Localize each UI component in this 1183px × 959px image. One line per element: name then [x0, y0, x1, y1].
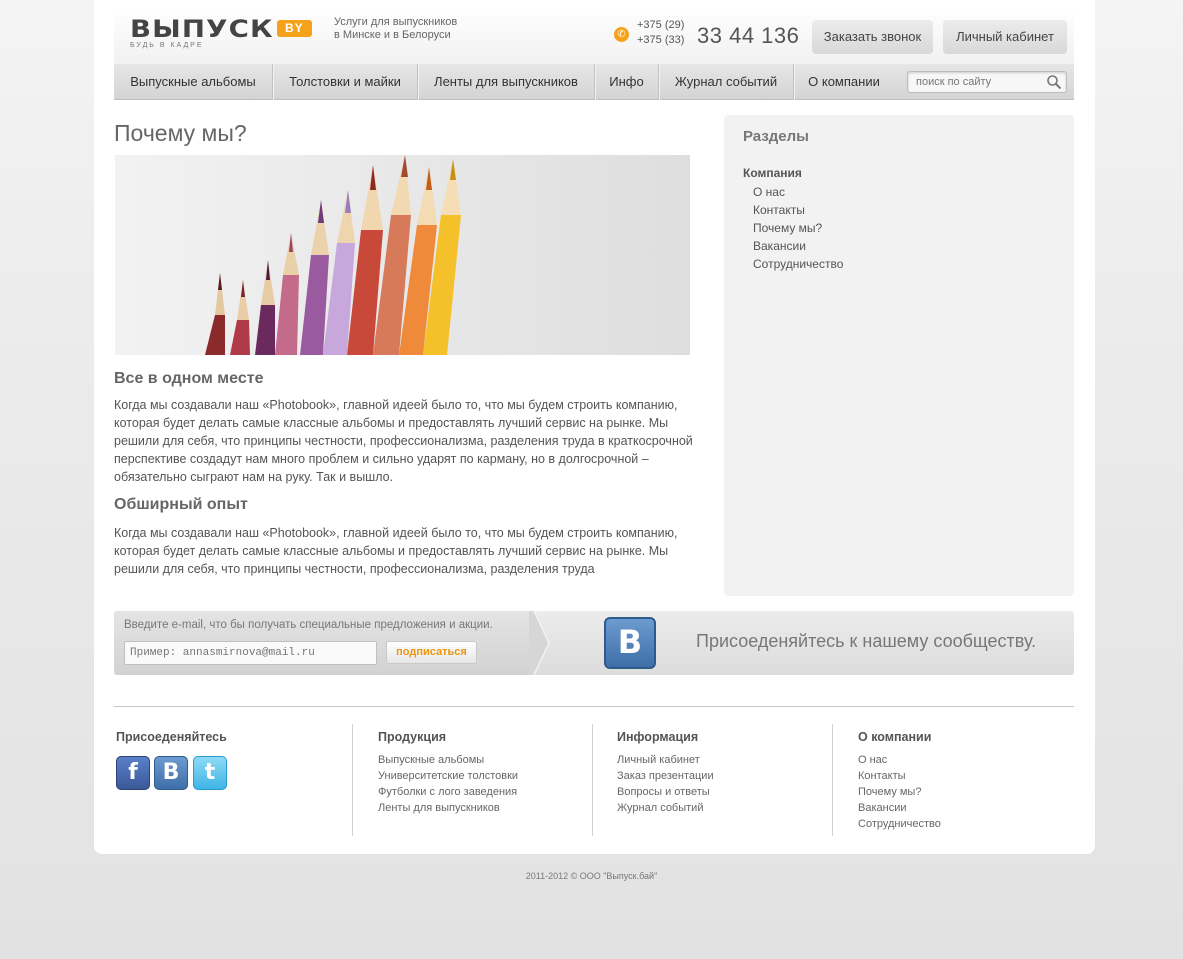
footer-link[interactable]: Сотрудничество [858, 816, 941, 832]
subscribe-label: Введите e-mail, что бы получать специаль… [124, 619, 493, 631]
footer-info-list: Личный кабинет Заказ презентации Вопросы… [617, 752, 714, 816]
footer-link[interactable]: Вакансии [858, 800, 941, 816]
vk-icon[interactable]: B [604, 617, 656, 669]
footer-link[interactable]: Футболки с лого заведения [378, 784, 518, 800]
footer-col-info: Информация Личный кабинет Заказ презента… [592, 724, 832, 836]
sidebar-item-vacancies[interactable]: Вакансии [753, 237, 843, 255]
header-desc-line1: Услуги для выпускников [334, 16, 458, 28]
sidebar-group-company[interactable]: Компания [743, 166, 802, 180]
site-header: ВЫПУСК BY БУДЬ В КАДРЕ Услуги для выпуск… [114, 6, 1074, 64]
footer-link[interactable]: Ленты для выпускников [378, 800, 518, 816]
footer-join-title: Присоеденяйтесь [116, 730, 227, 744]
copyright: 2011-2012 © ООО "Выпуск.бай" [525, 871, 658, 881]
phone-codes: +375 (29) +375 (33) [637, 18, 684, 48]
sidebar-item-cooperation[interactable]: Сотрудничество [753, 255, 843, 273]
sidebar-item-contacts[interactable]: Контакты [753, 201, 843, 219]
nav-item-albums[interactable]: Выпускные альбомы [114, 64, 273, 100]
arrow-divider-icon [529, 611, 550, 675]
nav-item-ribbons[interactable]: Ленты для выпускников [418, 64, 595, 100]
sidebar-item-why-us[interactable]: Почему мы? [753, 219, 843, 237]
nav-item-info[interactable]: Инфо [595, 64, 659, 100]
phone-icon: ✆ [614, 27, 629, 42]
logo-tagline: БУДЬ В КАДРЕ [130, 42, 204, 49]
footer-products-title: Продукция [378, 730, 447, 744]
search-box [907, 71, 1067, 93]
footer-link[interactable]: Личный кабинет [617, 752, 714, 768]
footer-info-title: Информация [617, 730, 699, 744]
footer-link[interactable]: Контакты [858, 768, 941, 784]
section-heading-experience: Обширный опыт [114, 496, 248, 513]
logo[interactable]: ВЫПУСК BY БУДЬ В КАДРЕ [130, 17, 312, 49]
footer-col-join: Присоеденяйтесь f B t [114, 724, 352, 836]
search-input[interactable] [908, 72, 1038, 92]
phone-number: 33 44 136 [697, 23, 800, 48]
order-call-button[interactable]: Заказать звонок [812, 20, 933, 54]
nav-item-events[interactable]: Журнал событий [659, 64, 794, 100]
subscribe-button[interactable]: подписаться [386, 641, 477, 664]
section-text-all-in-one: Когда мы создавали наш «Photobook», глав… [114, 398, 693, 484]
footer-link[interactable]: О нас [858, 752, 941, 768]
footer-link[interactable]: Вопросы и ответы [617, 784, 714, 800]
nav-item-hoodies[interactable]: Толстовки и майки [273, 64, 418, 100]
vk-small-icon[interactable]: B [154, 756, 188, 790]
header-description: Услуги для выпускников в Минске и в Бело… [334, 16, 474, 42]
footer-col-products: Продукция Выпускные альбомы Университетс… [352, 724, 592, 836]
pencils-illustration [115, 155, 690, 355]
footer-link[interactable]: Заказ презентации [617, 768, 714, 784]
footer-col-company: О компании О нас Контакты Почему мы? Вак… [832, 724, 1072, 836]
sidebar-title: Разделы [743, 128, 809, 145]
phone-code-1: +375 (29) [637, 19, 685, 31]
hero-image-pencils [115, 155, 690, 355]
header-desc-line2: в Минске и в Белоруси [334, 29, 451, 41]
section-heading-all-in-one: Все в одном месте [114, 370, 264, 387]
footer-link[interactable]: Почему мы? [858, 784, 941, 800]
sidebar: Разделы Компания О нас Контакты Почему м… [724, 115, 1074, 596]
email-field[interactable] [124, 641, 377, 665]
sidebar-list: О нас Контакты Почему мы? Вакансии Сотру… [753, 183, 843, 273]
twitter-icon[interactable]: t [193, 756, 227, 790]
footer-products-list: Выпускные альбомы Университетские толсто… [378, 752, 518, 816]
search-icon[interactable] [1046, 74, 1062, 90]
nav-item-company[interactable]: О компании [794, 64, 894, 100]
logo-text: ВЫПУСК [130, 15, 274, 43]
footer-divider [114, 706, 1074, 707]
main-nav: Выпускные альбомы Толстовки и майки Лент… [114, 64, 1074, 100]
subscribe-bar: Введите e-mail, что бы получать специаль… [114, 611, 1074, 675]
section-text-experience: Когда мы создавали наш «Photobook», глав… [114, 526, 678, 576]
footer-link[interactable]: Журнал событий [617, 800, 714, 816]
footer-company-title: О компании [858, 730, 932, 744]
community-text[interactable]: Присоеденяйтесь к нашему сообществу. [696, 631, 1036, 652]
sidebar-item-about[interactable]: О нас [753, 183, 843, 201]
personal-cabinet-button[interactable]: Личный кабинет [943, 20, 1067, 54]
logo-badge: BY [277, 20, 312, 37]
footer-link[interactable]: Выпускные альбомы [378, 752, 518, 768]
page-title: Почему мы? [114, 120, 247, 146]
facebook-icon[interactable]: f [116, 756, 150, 790]
footer-company-list: О нас Контакты Почему мы? Вакансии Сотру… [858, 752, 941, 832]
footer-link[interactable]: Университетские толстовки [378, 768, 518, 784]
phone-code-2: +375 (33) [637, 34, 685, 46]
